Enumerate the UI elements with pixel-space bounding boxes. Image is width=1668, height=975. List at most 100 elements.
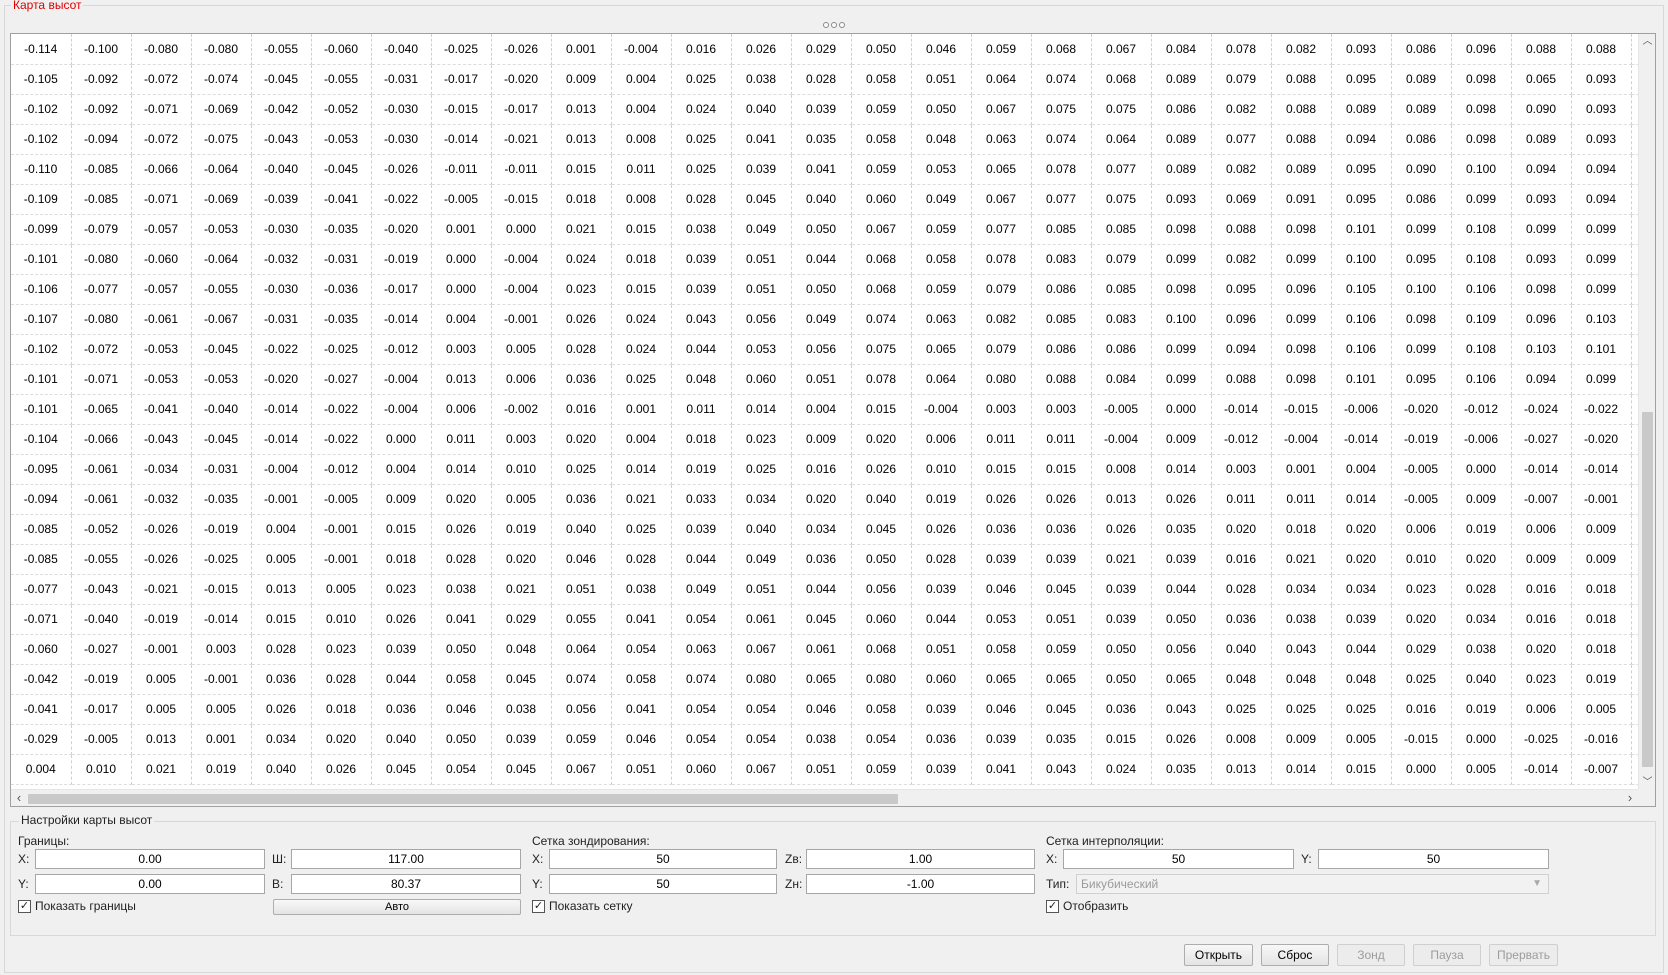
heightmap-cell[interactable]: 0.046	[431, 694, 492, 725]
heightmap-cell[interactable]: -0.030	[371, 124, 432, 155]
heightmap-cell[interactable]: -0.015	[191, 574, 252, 605]
heightmap-cell[interactable]: 0.051	[1031, 604, 1092, 635]
heightmap-cell[interactable]: -0.012	[1211, 424, 1272, 455]
heightmap-cell[interactable]: 0.106	[1331, 304, 1392, 335]
heightmap-cell[interactable]: -0.094	[11, 484, 72, 515]
heightmap-cell[interactable]: 0.025	[1391, 664, 1452, 695]
heightmap-cell[interactable]: 0.016	[1511, 604, 1572, 635]
heightmap-cell[interactable]: 0.064	[1091, 124, 1152, 155]
heightmap-cell[interactable]: 0.079	[971, 334, 1032, 365]
heightmap-cell[interactable]: 0.036	[551, 364, 612, 395]
heightmap-cell[interactable]: 0.108	[1451, 244, 1512, 275]
heightmap-cell[interactable]: -0.104	[11, 424, 72, 455]
heightmap-cell[interactable]: 0.043	[671, 304, 732, 335]
heightmap-cell[interactable]: 0.100	[1331, 244, 1392, 275]
heightmap-cell[interactable]: -0.016	[1571, 724, 1632, 755]
heightmap-cell[interactable]: -0.040	[251, 154, 312, 185]
interp-x-input[interactable]: 50	[1063, 849, 1294, 869]
heightmap-cell[interactable]: 0.005	[1451, 754, 1512, 785]
heightmap-cell[interactable]: 0.098	[1151, 274, 1212, 305]
heightmap-cell[interactable]: 0.041	[611, 694, 672, 725]
heightmap-cell[interactable]: 0.034	[791, 514, 852, 545]
heightmap-cell[interactable]: -0.001	[311, 514, 372, 545]
heightmap-cell[interactable]: 0.036	[1091, 694, 1152, 725]
heightmap-cell[interactable]: 0.059	[1031, 634, 1092, 665]
heightmap-cell[interactable]: 0.043	[1151, 694, 1212, 725]
heightmap-cell[interactable]: 0.028	[791, 64, 852, 95]
heightmap-cell[interactable]: -0.035	[311, 304, 372, 335]
heightmap-cell[interactable]: 0.077	[1091, 154, 1152, 185]
heightmap-cell[interactable]: -0.005	[1391, 454, 1452, 485]
heightmap-cell[interactable]: 0.028	[551, 334, 612, 365]
heightmap-cell[interactable]: 0.004	[611, 94, 672, 125]
heightmap-cell[interactable]: 0.041	[731, 124, 792, 155]
heightmap-cell[interactable]: 0.020	[431, 484, 492, 515]
heightmap-cell[interactable]: 0.014	[1271, 754, 1332, 785]
heightmap-cell[interactable]: 0.096	[1271, 274, 1332, 305]
heightmap-cell[interactable]: -0.025	[1511, 724, 1572, 755]
heightmap-cell[interactable]: 0.040	[1451, 664, 1512, 695]
heightmap-cell[interactable]: 0.004	[611, 424, 672, 455]
heightmap-cell[interactable]: 0.038	[671, 214, 732, 245]
heightmap-cell[interactable]: 0.094	[1571, 154, 1632, 185]
heightmap-cell[interactable]: -0.015	[431, 94, 492, 125]
heightmap-cell[interactable]: 0.039	[911, 754, 972, 785]
heightmap-cell[interactable]: 0.041	[431, 604, 492, 635]
heightmap-cell[interactable]: -0.004	[491, 274, 552, 305]
heightmap-cell[interactable]: 0.098	[1151, 214, 1212, 245]
heightmap-cell[interactable]: -0.052	[311, 94, 372, 125]
heightmap-cell[interactable]: 0.028	[1451, 574, 1512, 605]
heightmap-cell[interactable]: 0.004	[431, 304, 492, 335]
heightmap-cell[interactable]: 0.105	[1331, 274, 1392, 305]
heightmap-cell[interactable]: -0.071	[71, 364, 132, 395]
heightmap-cell[interactable]: 0.101	[1571, 334, 1632, 365]
heightmap-cell[interactable]: 0.000	[1391, 754, 1452, 785]
heightmap-cell[interactable]: 0.024	[611, 304, 672, 335]
heightmap-cell[interactable]: 0.014	[1151, 454, 1212, 485]
splitter-grip-icon[interactable]	[822, 21, 846, 29]
heightmap-cell[interactable]: 0.016	[791, 454, 852, 485]
heightmap-cell[interactable]: 0.099	[1391, 334, 1452, 365]
probe-ztop-input[interactable]: 1.00	[806, 849, 1035, 869]
heightmap-cell[interactable]: 0.015	[251, 604, 312, 635]
heightmap-cell[interactable]: -0.066	[71, 424, 132, 455]
heightmap-cell[interactable]: 0.039	[911, 694, 972, 725]
heightmap-cell[interactable]: 0.050	[911, 94, 972, 125]
heightmap-cell[interactable]: 0.040	[371, 724, 432, 755]
heightmap-cell[interactable]: 0.015	[551, 154, 612, 185]
heightmap-cell[interactable]: 0.086	[1391, 124, 1452, 155]
heightmap-cell[interactable]: 0.088	[1031, 364, 1092, 395]
heightmap-cell[interactable]: -0.014	[1211, 394, 1272, 425]
heightmap-cell[interactable]: -0.105	[11, 64, 72, 95]
heightmap-cell[interactable]: 0.046	[911, 34, 972, 65]
show-bounds-check-icon[interactable]: ✓	[18, 899, 31, 913]
heightmap-cell[interactable]: -0.027	[311, 364, 372, 395]
heightmap-cell[interactable]: 0.029	[491, 604, 552, 635]
heightmap-cell[interactable]: -0.012	[371, 334, 432, 365]
heightmap-cell[interactable]: -0.060	[11, 634, 72, 665]
heightmap-cell[interactable]: 0.067	[551, 754, 612, 785]
heightmap-cell[interactable]: 0.013	[551, 94, 612, 125]
heightmap-cell[interactable]: 0.054	[431, 754, 492, 785]
heightmap-cell[interactable]: 0.109	[1451, 304, 1512, 335]
heightmap-cell[interactable]: -0.026	[131, 544, 192, 575]
heightmap-cell[interactable]: 0.086	[1091, 334, 1152, 365]
heightmap-cell[interactable]: 0.011	[611, 154, 672, 185]
heightmap-cell[interactable]: 0.068	[1091, 64, 1152, 95]
heightmap-cell[interactable]: 0.010	[1391, 544, 1452, 575]
heightmap-cell[interactable]: 0.075	[1091, 94, 1152, 125]
heightmap-cell[interactable]: 0.077	[1211, 124, 1272, 155]
show-grid-checkbox[interactable]: ✓ Показать сетку	[532, 899, 633, 913]
heightmap-cell[interactable]: 0.054	[731, 724, 792, 755]
heightmap-cell[interactable]: 0.010	[491, 454, 552, 485]
heightmap-cell[interactable]: -0.057	[131, 274, 192, 305]
heightmap-cell[interactable]: 0.098	[1271, 214, 1332, 245]
heightmap-cell[interactable]: 0.059	[851, 754, 912, 785]
heightmap-cell[interactable]: 0.005	[191, 694, 252, 725]
heightmap-cell[interactable]: 0.038	[1271, 604, 1332, 635]
auto-button[interactable]: Авто	[273, 899, 521, 915]
heightmap-cell[interactable]: 0.103	[1571, 304, 1632, 335]
heightmap-cell[interactable]: -0.004	[1271, 424, 1332, 455]
heightmap-cell[interactable]: 0.008	[1091, 454, 1152, 485]
heightmap-cell[interactable]: 0.015	[1031, 454, 1092, 485]
